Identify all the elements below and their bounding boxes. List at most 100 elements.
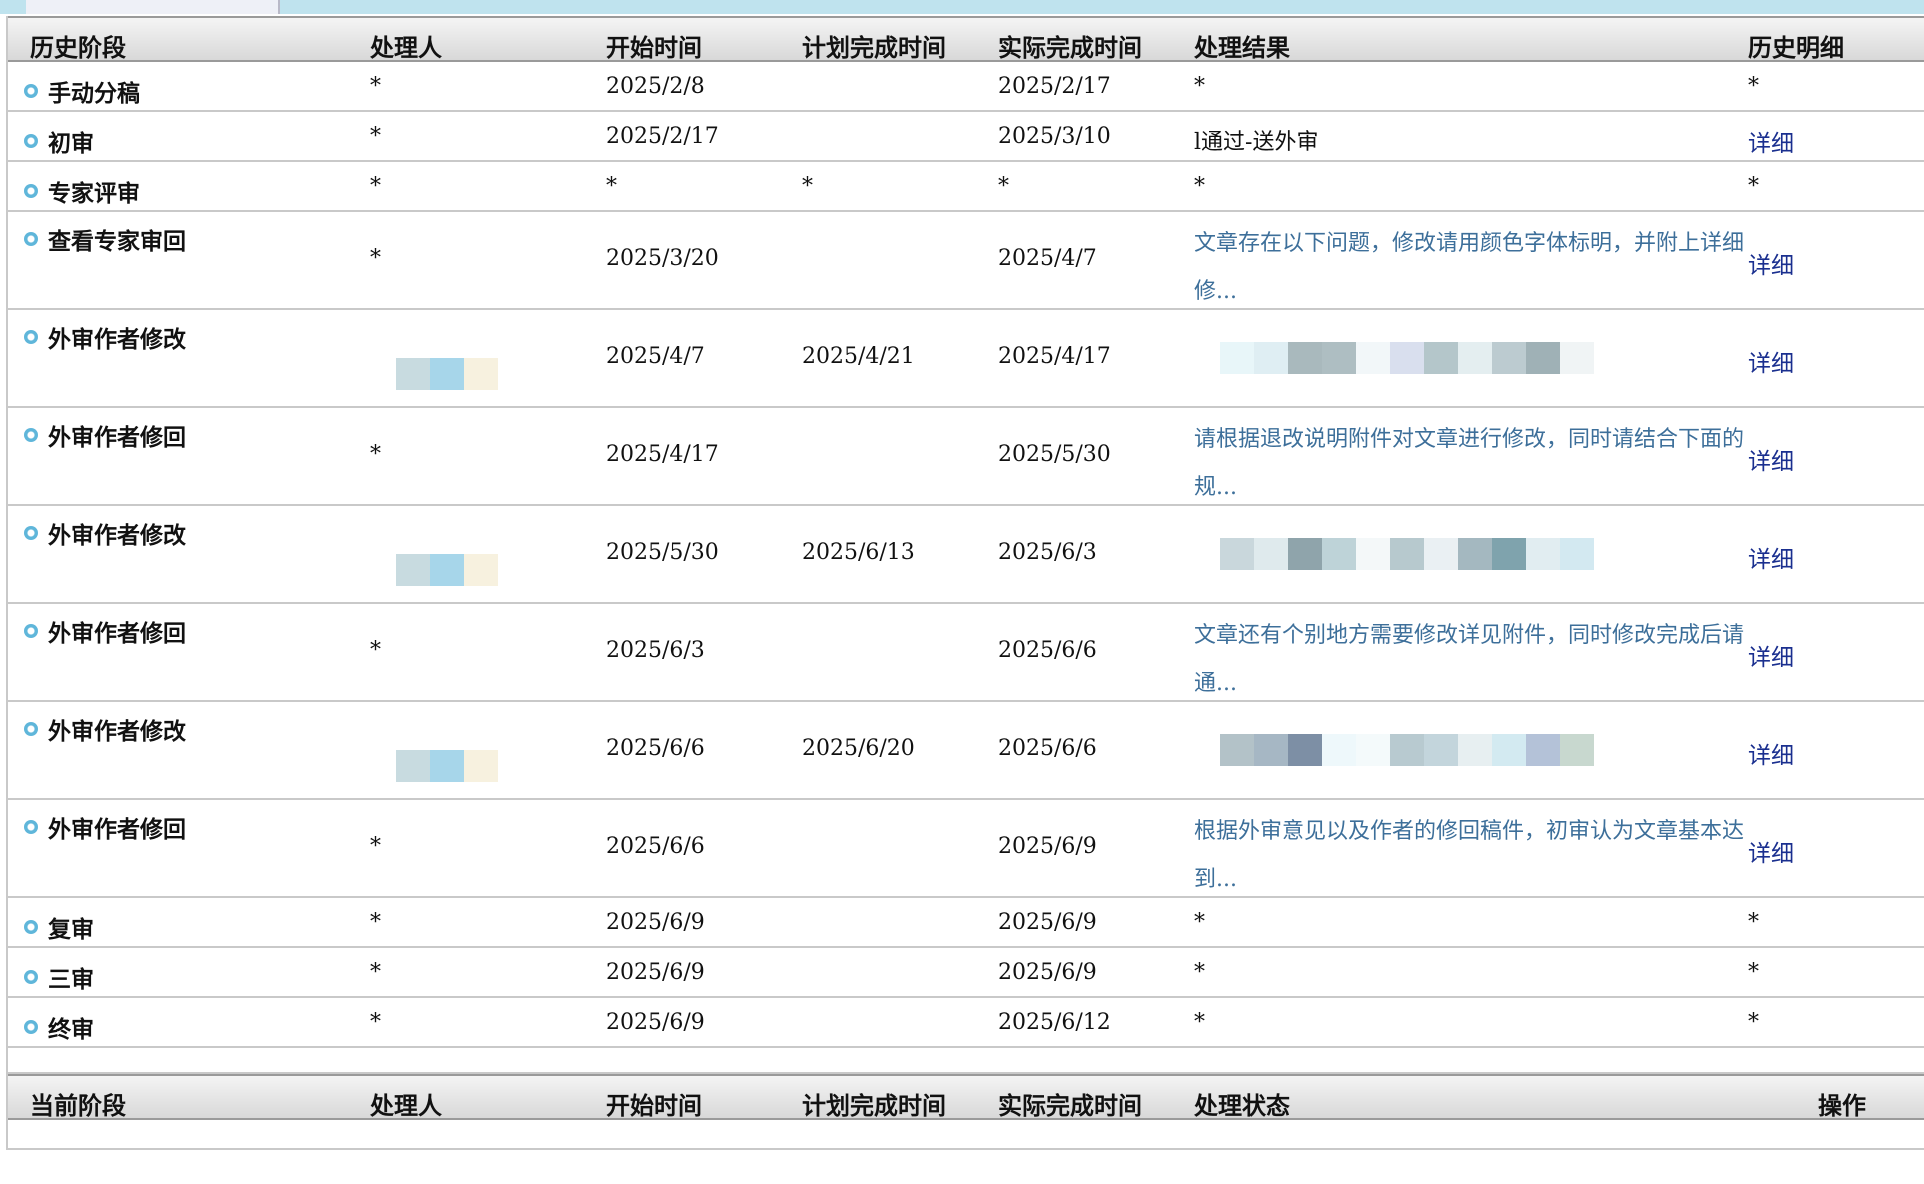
row-actual-time: 2025/6/9 <box>998 834 1097 859</box>
bullet-icon <box>24 1020 38 1034</box>
row-start-time: * <box>606 174 617 199</box>
current-header-stage: 当前阶段 <box>30 1091 126 1120</box>
table-row: 外审作者修改 2025/6/6 2025/6/20 2025/6/6 详细 <box>8 702 1924 800</box>
row-handler: * <box>370 638 381 663</box>
row-plan-time: 2025/4/21 <box>802 344 915 369</box>
row-stage: 外审作者修改 <box>24 320 186 354</box>
row-stage-label: 外审作者修改 <box>48 326 186 353</box>
row-handler: * <box>370 960 381 985</box>
row-result: * <box>1194 1010 1205 1035</box>
bullet-icon <box>24 920 38 934</box>
row-handler: * <box>370 174 381 199</box>
detail-link[interactable]: 详细 <box>1748 344 1794 378</box>
row-stage: 专家评审 <box>24 174 140 208</box>
row-stage: 外审作者修改 <box>24 516 186 550</box>
row-result-text: 文章存在以下问题，修改请用颜色字体标明，并附上详细修... <box>1194 231 1745 304</box>
row-stage: 复审 <box>24 910 94 944</box>
row-start-time: 2025/6/6 <box>606 736 705 761</box>
header-plan: 计划完成时间 <box>802 33 946 62</box>
detail-link[interactable]: 详细 <box>1748 246 1794 280</box>
detail-link[interactable]: 详细 <box>1748 124 1794 158</box>
table-row: 外审作者修回 * 2025/6/3 2025/6/6 文章还有个别地方需要修改详见附件，… <box>8 604 1924 702</box>
header-handler: 处理人 <box>370 33 442 62</box>
row-start-time: 2025/6/6 <box>606 834 705 859</box>
detail-link[interactable]: 详细 <box>1748 540 1794 574</box>
row-actual-time: 2025/4/17 <box>998 344 1111 369</box>
row-handler: * <box>370 1010 381 1035</box>
row-actual-time: 2025/6/12 <box>998 1010 1111 1035</box>
row-stage-label: 三审 <box>48 966 94 993</box>
row-stage: 三审 <box>24 960 94 994</box>
top-tab[interactable] <box>26 0 280 14</box>
table-spacer <box>8 1048 1924 1074</box>
current-header-row: 当前阶段 处理人 开始时间 计划完成时间 实际完成时间 处理状态 操作 <box>8 1074 1924 1120</box>
row-result: * <box>1194 74 1205 99</box>
row-handler: * <box>370 74 381 99</box>
redacted-handler <box>396 358 498 390</box>
row-start-time: 2025/6/3 <box>606 638 705 663</box>
row-stage-label: 外审作者修改 <box>48 522 186 549</box>
detail-link[interactable]: 详细 <box>1748 736 1794 770</box>
row-stage-label: 外审作者修改 <box>48 718 186 745</box>
table-row: 外审作者修回 * 2025/6/6 2025/6/9 根据外审意见以及作者的修回稿件，初… <box>8 800 1924 898</box>
row-stage-label: 终审 <box>48 1016 94 1043</box>
row-stage-label: 手动分稿 <box>48 80 140 107</box>
current-empty-row <box>8 1120 1924 1150</box>
row-result: * <box>1194 960 1205 985</box>
row-stage: 外审作者修回 <box>24 614 186 648</box>
row-stage-label: 查看专家审回 <box>48 228 186 255</box>
table-row: 手动分稿 * 2025/2/8 2025/2/17 * * <box>8 62 1924 112</box>
top-strip <box>0 0 1924 14</box>
bullet-icon <box>24 526 38 540</box>
row-start-time: 2025/6/9 <box>606 910 705 935</box>
bullet-icon <box>24 134 38 148</box>
workflow-history-table: 历史阶段 处理人 开始时间 计划完成时间 实际完成时间 处理结果 历史明细 手动… <box>6 16 1924 1150</box>
row-start-time: 2025/2/8 <box>606 74 705 99</box>
header-result: 处理结果 <box>1194 33 1290 62</box>
row-start-time: 2025/2/17 <box>606 124 719 149</box>
row-detail: * <box>1748 74 1759 99</box>
row-result-text: 根据外审意见以及作者的修回稿件，初审认为文章基本达到... <box>1194 819 1745 892</box>
row-stage-label: 复审 <box>48 916 94 943</box>
row-stage-label: 外审作者修回 <box>48 620 186 647</box>
table-row: 终审 * 2025/6/9 2025/6/12 * * <box>8 998 1924 1048</box>
table-row: 专家评审 * * * * * * <box>8 162 1924 212</box>
row-handler: * <box>370 442 381 467</box>
row-actual-time: 2025/6/9 <box>998 910 1097 935</box>
detail-link[interactable]: 详细 <box>1748 834 1794 868</box>
header-start: 开始时间 <box>606 33 702 62</box>
row-detail: * <box>1748 910 1759 935</box>
detail-link[interactable]: 详细 <box>1748 442 1794 476</box>
current-header-actual: 实际完成时间 <box>998 1091 1142 1120</box>
row-stage-label: 初审 <box>48 130 94 157</box>
table-row: 外审作者修改 2025/4/7 2025/4/21 2025/4/17 详细 <box>8 310 1924 408</box>
bullet-icon <box>24 184 38 198</box>
row-actual-time: 2025/5/30 <box>998 442 1111 467</box>
redacted-handler <box>396 554 498 586</box>
table-row: 查看专家审回 * 2025/3/20 2025/4/7 文章存在以下问题，修改请用颜色字… <box>8 212 1924 310</box>
row-plan-time: 2025/6/20 <box>802 736 915 761</box>
row-stage-label: 专家评审 <box>48 180 140 207</box>
row-stage: 终审 <box>24 1010 94 1044</box>
row-actual-time: 2025/6/3 <box>998 540 1097 565</box>
row-actual-time: 2025/4/7 <box>998 246 1097 271</box>
row-handler: * <box>370 246 381 271</box>
bullet-icon <box>24 428 38 442</box>
row-actual-time: 2025/3/10 <box>998 124 1111 149</box>
row-plan-time: * <box>802 174 813 199</box>
header-stage: 历史阶段 <box>30 33 126 62</box>
row-actual-time: 2025/6/6 <box>998 736 1097 761</box>
bullet-icon <box>24 84 38 98</box>
row-start-time: 2025/4/7 <box>606 344 705 369</box>
row-result: l通过-送外审 <box>1194 130 1319 155</box>
row-plan-time: 2025/6/13 <box>802 540 915 565</box>
row-result-text: 请根据退改说明附件对文章进行修改，同时请结合下面的规... <box>1194 427 1745 500</box>
row-detail: * <box>1748 174 1759 199</box>
bullet-icon <box>24 722 38 736</box>
row-actual-time: * <box>998 174 1009 199</box>
detail-link[interactable]: 详细 <box>1748 638 1794 672</box>
row-handler: * <box>370 124 381 149</box>
row-result: * <box>1194 174 1205 199</box>
bullet-icon <box>24 624 38 638</box>
row-actual-time: 2025/6/6 <box>998 638 1097 663</box>
